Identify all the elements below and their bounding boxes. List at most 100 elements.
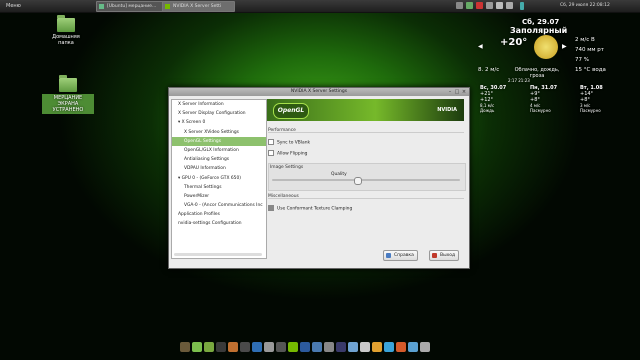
- close-icon: [432, 253, 437, 258]
- document-icon[interactable]: [264, 342, 274, 352]
- desktop-icon-label: Домашняя папка: [52, 34, 80, 46]
- app-icon[interactable]: [348, 342, 358, 352]
- opengl-logo: OpenGL: [273, 103, 309, 119]
- minimize-icon[interactable]: –: [447, 89, 453, 95]
- battery-icon[interactable]: [506, 2, 513, 9]
- tree-item-label: X Screen 0: [181, 120, 206, 126]
- weather-visibility: 8. 2 м/с: [478, 67, 500, 73]
- task-button-nvidia[interactable]: NVIDIA X Server Setti: [162, 1, 235, 12]
- volume-icon[interactable]: [496, 2, 503, 9]
- window-titlebar[interactable]: NVIDIA X Server Settings – □ ×: [169, 88, 469, 96]
- browser-icon[interactable]: [396, 342, 406, 352]
- sync-vblank-checkbox[interactable]: Sync to VBlank: [268, 139, 310, 146]
- task-button-browser[interactable]: [Ubuntu] мерцание...: [96, 1, 171, 12]
- app-icon[interactable]: [312, 342, 322, 352]
- nvidia-logo: NVIDIA: [437, 107, 457, 113]
- tree-item-app-profiles[interactable]: Application Profiles: [172, 210, 266, 219]
- tree-item-gpu-0[interactable]: ▾ GPU 0 - (GeForce GTX 650): [172, 174, 266, 183]
- help-icon: [386, 253, 391, 258]
- tree-item-powermizer[interactable]: PowerMizer: [172, 192, 266, 201]
- tree-item-opengl-settings[interactable]: OpenGL Settings: [172, 136, 266, 146]
- tree-item-thermal[interactable]: Thermal Settings: [172, 183, 266, 192]
- keyboard-layout-icon[interactable]: [520, 2, 524, 10]
- desktop-icon-home[interactable]: Домашняя папка: [46, 15, 86, 46]
- weather-water-temp: 15 °С вода: [575, 67, 606, 73]
- conformant-texture-checkbox[interactable]: Use Conformant Texture Clamping: [268, 205, 352, 212]
- network-icon[interactable]: [456, 2, 463, 9]
- weather-widget: Сб, 29.07 Заполярный ◀ +20° ▶ 2 м/с В 74…: [470, 15, 640, 115]
- quality-slider[interactable]: [272, 177, 460, 185]
- help-button[interactable]: Справка: [383, 250, 418, 261]
- nvidia-settings-window: NVIDIA X Server Settings – □ × X Server …: [168, 87, 470, 269]
- checkbox-box[interactable]: [268, 150, 274, 156]
- settings-icon[interactable]: [486, 2, 493, 9]
- nvidia-icon: [165, 4, 170, 9]
- browser-icon: [99, 4, 104, 9]
- tree-item-label: GPU 0 - (GeForce GTX 650): [181, 175, 241, 181]
- browser-icon[interactable]: [384, 342, 394, 352]
- weather-temp: +20°: [500, 37, 528, 48]
- files-icon[interactable]: [180, 342, 190, 352]
- dock: [178, 339, 440, 355]
- checkbox-label: Use Conformant Texture Clamping: [277, 206, 353, 212]
- button-label: Справка: [394, 253, 414, 258]
- checkbox-label: Allow Flipping: [277, 151, 308, 157]
- tree-item-vga-0[interactable]: VGA-0 - (Ancor Communications Inc: [172, 201, 266, 210]
- nvidia-icon[interactable]: [288, 342, 298, 352]
- tree-item-display-config[interactable]: X Server Display Configuration: [172, 109, 266, 118]
- video-icon[interactable]: [276, 342, 286, 352]
- close-icon[interactable]: ×: [461, 89, 467, 95]
- tree-item-xvideo[interactable]: X Server XVideo Settings: [172, 128, 266, 137]
- tree-item-glx-info[interactable]: OpenGL/GLX Information: [172, 146, 266, 155]
- allow-flipping-checkbox[interactable]: Allow Flipping: [268, 150, 307, 157]
- media-player-icon[interactable]: [252, 342, 262, 352]
- arrow-icon: ▶: [562, 43, 567, 50]
- settings-icon[interactable]: [240, 342, 250, 352]
- quit-button[interactable]: Выход: [429, 250, 460, 261]
- tree-item-antialiasing[interactable]: Antialiasing Settings: [172, 155, 266, 164]
- photo-icon[interactable]: [300, 342, 310, 352]
- top-panel: Меню [Ubuntu] мерцание... NVIDIA X Serve…: [0, 0, 640, 13]
- app-icon[interactable]: [372, 342, 382, 352]
- terminal-icon[interactable]: [192, 342, 202, 352]
- menu-button[interactable]: Меню: [2, 1, 25, 11]
- software-icon[interactable]: [204, 342, 214, 352]
- forecast-text: Дождь: [480, 108, 495, 113]
- maximize-icon[interactable]: □: [454, 89, 460, 95]
- task-label: NVIDIA X Server Setti: [173, 4, 222, 9]
- flag-icon[interactable]: [476, 2, 483, 9]
- divider: [268, 132, 464, 133]
- archive-icon[interactable]: [228, 342, 238, 352]
- window-title: NVIDIA X Server Settings: [290, 89, 348, 94]
- desktop-icon-folder[interactable]: МЕРЦАНИЕ ЭКРАНА УСТРАНЕНО: [42, 75, 94, 114]
- tree-item-x-server-info[interactable]: X Server Information: [172, 100, 266, 109]
- checkbox-box[interactable]: [268, 205, 274, 211]
- folder-icon: [57, 15, 75, 32]
- arrow-icon: ◀: [478, 43, 483, 50]
- app-icon[interactable]: [336, 342, 346, 352]
- weather-condition-icon: [534, 35, 558, 59]
- app-icon[interactable]: [360, 342, 370, 352]
- desktop-icon-label: МЕРЦАНИЕ ЭКРАНА УСТРАНЕНО: [42, 94, 94, 114]
- app-icon[interactable]: [408, 342, 418, 352]
- forecast-day: Вт, 1.08 +14° +8° 3 м/с Пасмурно: [580, 85, 620, 113]
- forecast-text: Пасмурно: [580, 108, 601, 113]
- image-settings-frame: Image Settings Quality: [268, 163, 466, 191]
- quality-slider-handle[interactable]: [353, 177, 362, 185]
- app-tray-icon[interactable]: [466, 2, 473, 9]
- tree-item-x-screen-0[interactable]: ▾ X Screen 0: [172, 118, 266, 127]
- clock[interactable]: Сб, 29 июля 22:08:12: [560, 3, 610, 8]
- forecast-text: Пасмурно: [530, 108, 551, 113]
- button-label: Выход: [440, 253, 456, 258]
- trash-icon[interactable]: [420, 342, 430, 352]
- weather-date: Сб, 29.07: [522, 18, 560, 26]
- monitor-icon[interactable]: [216, 342, 226, 352]
- checkbox-box[interactable]: [268, 139, 274, 145]
- weather-sun: 2:17 21:23: [508, 78, 530, 83]
- tree-item-vdpau[interactable]: VDPAU Information: [172, 164, 266, 173]
- app-icon[interactable]: [324, 342, 334, 352]
- settings-tree: X Server Information X Server Display Co…: [171, 99, 267, 259]
- weather-humidity: 77 %: [575, 57, 589, 63]
- horizontal-scrollbar[interactable]: [174, 253, 262, 256]
- tree-item-nvidia-config[interactable]: nvidia-settings Configuration: [172, 219, 266, 228]
